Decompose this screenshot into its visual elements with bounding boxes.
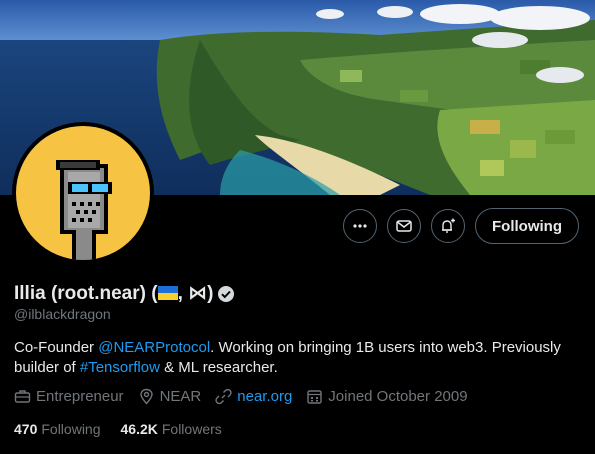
- bio-hashtag-link[interactable]: #Tensorflow: [80, 359, 160, 376]
- followers-count-link[interactable]: 46.2K Followers: [121, 421, 222, 437]
- location-pin-icon: [139, 388, 153, 405]
- followers-label: Followers: [161, 421, 222, 437]
- following-count-link[interactable]: 470 Following: [14, 421, 101, 437]
- bio-text: & ML researcher.: [159, 359, 278, 376]
- bell-plus-icon: [442, 218, 456, 233]
- handle: @ilblackdragon: [14, 306, 111, 322]
- avatar-image: [16, 126, 150, 260]
- notifications-button[interactable]: [431, 209, 466, 243]
- joined-text: Joined October 2009: [328, 388, 468, 405]
- joined-item: Joined October 2009: [306, 388, 468, 405]
- more-icon: [353, 224, 367, 228]
- location-item: NEAR: [138, 388, 202, 405]
- category-text: Entrepreneur: [36, 388, 124, 405]
- location-text: NEAR: [159, 388, 202, 405]
- more-button[interactable]: [343, 209, 378, 243]
- envelope-icon: [396, 220, 412, 232]
- bio-mention-link[interactable]: @NEARProtocol: [98, 339, 210, 356]
- following-label: Following: [41, 421, 101, 437]
- followers-count: 46.2K: [120, 421, 158, 437]
- display-name-suffix: , ⋈): [177, 283, 214, 304]
- verified-badge-icon[interactable]: [217, 285, 235, 303]
- display-name: Illia (root.near) ( , ⋈): [14, 282, 213, 305]
- link-icon: [215, 388, 232, 405]
- profile-meta: Entrepreneur NEAR near.org Joined Octobe…: [14, 388, 468, 405]
- display-name-text: Illia (root.near) (: [14, 283, 158, 304]
- avatar[interactable]: [12, 122, 154, 264]
- website-item: near.org: [215, 388, 292, 405]
- briefcase-icon: [14, 390, 31, 403]
- category-item: Entrepreneur: [14, 388, 124, 405]
- following-button[interactable]: Following: [475, 208, 579, 244]
- calendar-icon: [307, 390, 322, 404]
- ukraine-flag-icon: [157, 286, 178, 300]
- website-link[interactable]: near.org: [237, 388, 292, 405]
- bio-text: Co-Founder: [14, 339, 99, 356]
- bio: Co-Founder @NEARProtocol. Working on bri…: [14, 338, 574, 378]
- profile-actions: Following: [343, 208, 579, 244]
- message-button[interactable]: [387, 209, 422, 243]
- following-count: 470: [14, 421, 38, 437]
- profile-name-row: Illia (root.near) ( , ⋈): [14, 282, 235, 305]
- profile-stats: 470 Following 46.2K Followers: [14, 421, 222, 437]
